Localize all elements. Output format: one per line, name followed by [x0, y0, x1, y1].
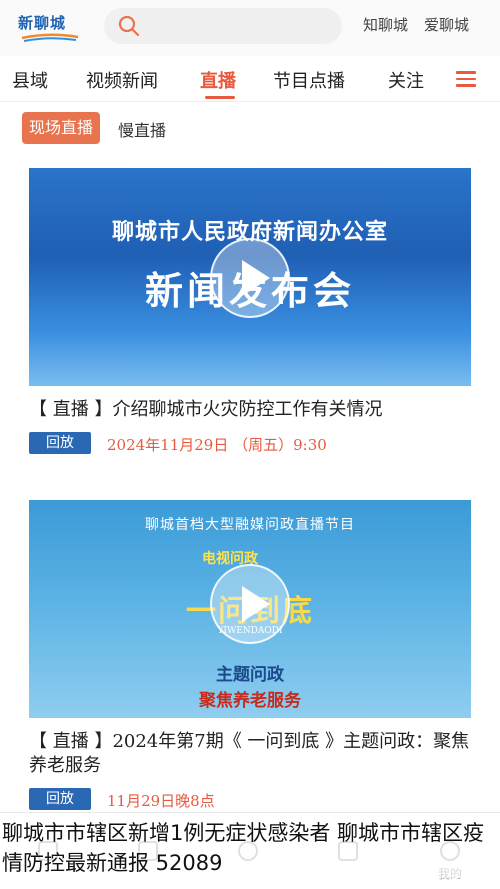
logo-text: 新聊城 — [18, 14, 67, 32]
live-card[interactable]: 聊城首档大型融媒问政直播节目 电视问政 一问到底 YIWENDAODI 主题问政… — [0, 500, 500, 810]
live-subtabs: 现场直播 慢直播 — [0, 102, 500, 152]
search-icon — [118, 15, 140, 37]
video-thumbnail[interactable]: 聊城市人民政府新闻办公室 新闻发布会 — [29, 168, 471, 386]
replay-badge: 回放 — [29, 788, 91, 810]
video-thumbnail[interactable]: 聊城首档大型融媒问政直播节目 电视问政 一问到底 YIWENDAODI 主题问政… — [29, 500, 471, 718]
card-title[interactable]: 【 直播 】介绍聊城市火灾防控工作有关情况 — [29, 398, 474, 422]
tab-video-news[interactable]: 视频新闻 — [86, 67, 158, 93]
broadcast-time: 2024年11月29日 （周五）9:30 — [107, 436, 327, 454]
tab-county[interactable]: 县域 — [12, 67, 48, 93]
subtab-onsite-live[interactable]: 现场直播 — [22, 112, 101, 144]
active-tab-indicator — [205, 96, 235, 99]
channel-nav: 县域 视频新闻 直播 节目点播 关注 — [0, 56, 500, 102]
thumb-heading: 聊城首档大型融媒问政直播节目 — [145, 517, 355, 533]
card-title[interactable]: 【 直播 】2024年第7期《 一问到底 》主题问政：聚焦养老服务 — [29, 730, 474, 778]
logo-swoosh-icon — [21, 33, 79, 42]
menu-icon[interactable] — [456, 71, 476, 87]
thumb-topic-label: 主题问政 — [216, 665, 284, 685]
header-link-zhi-liaocheng[interactable]: 知聊城 — [363, 14, 408, 35]
broadcast-time: 11月29日晚8点 — [107, 792, 215, 810]
subtab-slow-live[interactable]: 慢直播 — [118, 117, 166, 141]
overlay-caption: 聊城市市辖区新增1例无症状感染者 聊城市市辖区疫情防控最新通报 52089 — [0, 818, 500, 878]
play-icon[interactable] — [210, 238, 290, 318]
play-icon[interactable] — [210, 564, 290, 644]
header-link-ai-liaocheng[interactable]: 爱聊城 — [424, 14, 469, 35]
thumb-topic: 聚焦养老服务 — [199, 691, 301, 711]
top-header: 新聊城 知聊城 爱聊城 — [0, 0, 500, 56]
tab-follow[interactable]: 关注 — [388, 67, 424, 93]
replay-badge: 回放 — [29, 432, 91, 454]
search-bar[interactable] — [104, 8, 342, 44]
tab-on-demand[interactable]: 节目点播 — [273, 67, 345, 93]
app-logo[interactable]: 新聊城 — [18, 10, 84, 44]
live-card[interactable]: 聊城市人民政府新闻办公室 新闻发布会 【 直播 】介绍聊城市火灾防控工作有关情况… — [0, 168, 500, 468]
tab-live[interactable]: 直播 — [200, 67, 236, 93]
